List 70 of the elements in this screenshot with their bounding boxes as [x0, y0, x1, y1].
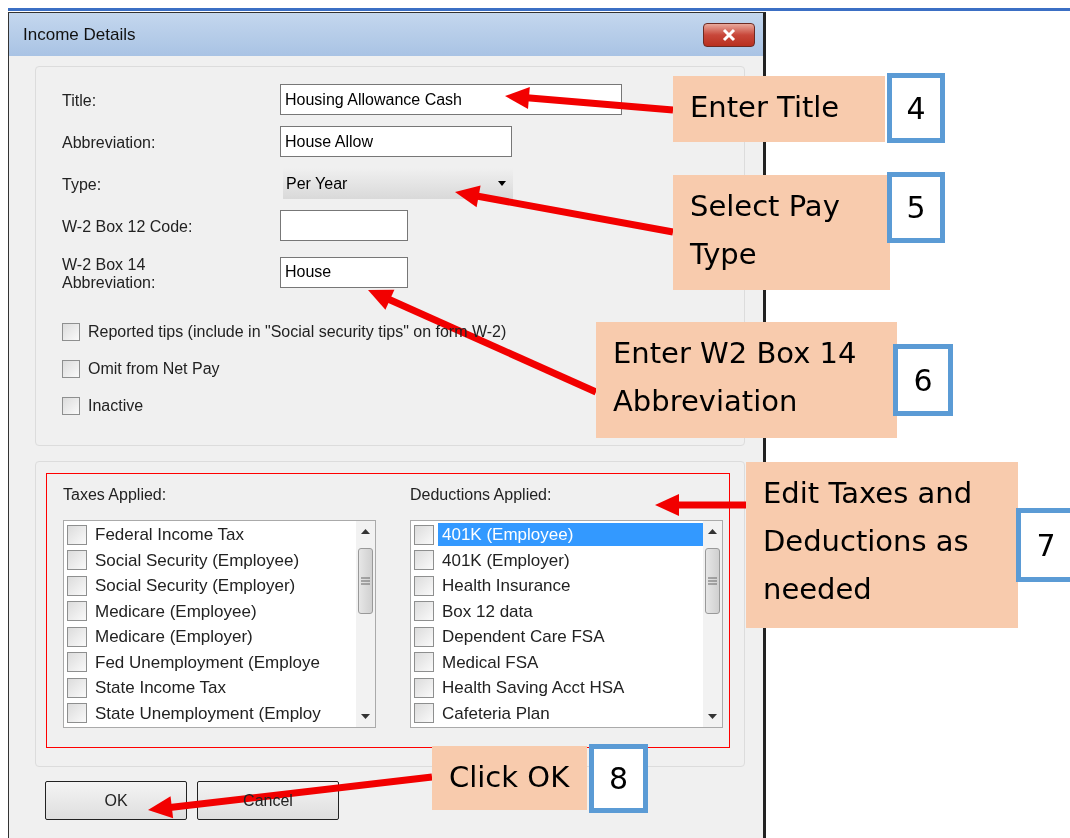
window-title: Income Details: [23, 24, 136, 45]
checkbox[interactable]: [414, 626, 434, 647]
checkbox[interactable]: [414, 601, 434, 622]
checkbox[interactable]: [414, 550, 434, 571]
list-item[interactable]: Health Insurance: [438, 574, 703, 598]
scroll-thumb[interactable]: [358, 548, 373, 614]
scroll-up-icon[interactable]: [708, 529, 717, 534]
list-item[interactable]: Cafeteria Plan: [438, 701, 703, 725]
list-item[interactable]: Medical FSA: [438, 650, 703, 674]
callout-label: Click OK: [432, 746, 587, 810]
checkbox[interactable]: [62, 359, 80, 378]
callout-label: Enter Title: [673, 76, 885, 142]
checkbox[interactable]: [67, 550, 87, 571]
checkbox[interactable]: [67, 652, 87, 673]
input-field[interactable]: House: [280, 256, 408, 288]
checkbox[interactable]: [414, 703, 434, 724]
scroll-down-icon[interactable]: [708, 714, 717, 719]
field-label: W-2 Box 14 Abbreviation:: [62, 255, 157, 293]
input-field[interactable]: House Allow: [280, 126, 512, 157]
list-item[interactable]: Dependent Care FSA: [438, 625, 703, 649]
ok-button[interactable]: OK: [45, 781, 187, 820]
list-item[interactable]: Medicare (Employee): [91, 599, 356, 623]
list-item[interactable]: State Unemployment (Employ: [91, 701, 356, 725]
checkbox[interactable]: [67, 626, 87, 647]
list-item[interactable]: State Income Tax: [91, 676, 356, 700]
field-label: Title:: [62, 91, 98, 111]
checkbox[interactable]: [414, 677, 434, 698]
checkbox[interactable]: [67, 677, 87, 698]
checkbox[interactable]: [67, 524, 87, 545]
checkbox[interactable]: [414, 652, 434, 673]
list-item[interactable]: Health Saving Acct HSA: [438, 676, 703, 700]
list-item[interactable]: Federal Income Tax: [91, 523, 356, 547]
checkbox[interactable]: [62, 322, 80, 341]
caret-icon: [497, 180, 507, 187]
list-item[interactable]: Medicare (Employer): [91, 625, 356, 649]
list-item[interactable]: Box 12 data: [438, 599, 703, 623]
checkbox-label: Omit from Net Pay: [88, 359, 220, 378]
callout-label: Select Pay Type: [673, 175, 890, 290]
field-label: Abbreviation:: [62, 133, 157, 153]
step-number: 5: [887, 172, 945, 243]
checkbox[interactable]: [67, 575, 87, 596]
list-label: Taxes Applied:: [63, 486, 168, 504]
input-field[interactable]: Housing Allowance Cash: [280, 84, 622, 115]
checkbox[interactable]: [67, 703, 87, 724]
checkbox[interactable]: [67, 601, 87, 622]
input-field[interactable]: [280, 210, 408, 241]
step-number: 8: [589, 744, 648, 813]
scrollbar[interactable]: [356, 521, 375, 727]
list-item[interactable]: Fed Unemployment (Employe: [91, 650, 356, 674]
close-icon: [721, 27, 737, 42]
callout-label: Edit Taxes and Deductions as needed: [746, 462, 1018, 628]
callout-label: Enter W2 Box 14 Abbreviation: [596, 322, 897, 438]
step-number: 6: [893, 344, 953, 416]
checkbox-label: Inactive: [88, 396, 144, 415]
checkbox[interactable]: [414, 524, 434, 545]
step-number: 4: [887, 73, 945, 143]
list-item[interactable]: Social Security (Employee): [91, 548, 356, 572]
step-number: 7: [1016, 508, 1070, 582]
field-label: Type:: [62, 175, 103, 195]
checkbox[interactable]: [414, 575, 434, 596]
scrollbar[interactable]: [703, 521, 722, 727]
list-item[interactable]: 401K (Employer): [438, 548, 703, 572]
list-label: Deductions Applied:: [410, 486, 553, 504]
field-label: W-2 Box 12 Code:: [62, 217, 194, 237]
list-item[interactable]: Social Security (Employer): [91, 574, 356, 598]
close-button[interactable]: [703, 22, 755, 47]
scroll-thumb[interactable]: [705, 548, 720, 614]
checkbox[interactable]: [62, 396, 80, 415]
scroll-up-icon[interactable]: [361, 529, 370, 534]
scroll-down-icon[interactable]: [361, 714, 370, 719]
